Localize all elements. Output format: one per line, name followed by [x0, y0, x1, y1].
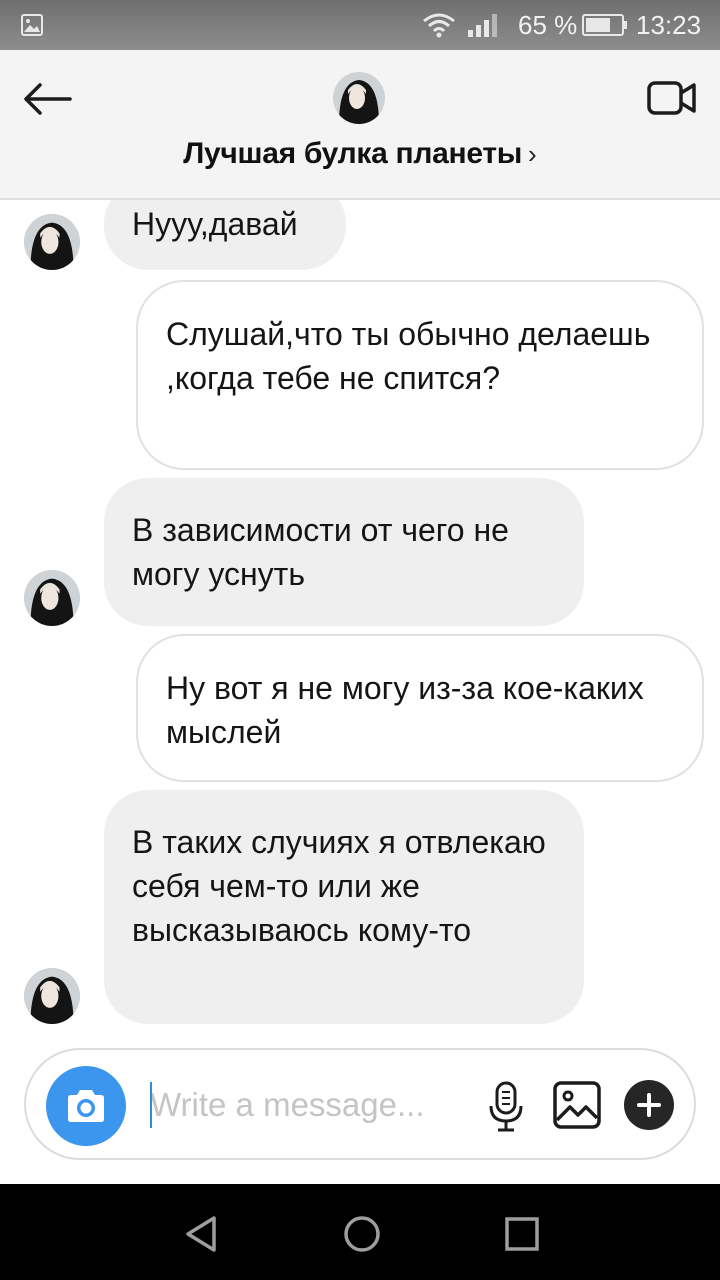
- chevron-right-icon: ›: [528, 138, 537, 169]
- message-bubble-outgoing[interactable]: Слушай,что ты обычно делаешь ,когда тебе…: [136, 280, 704, 470]
- sender-avatar[interactable]: [24, 968, 80, 1024]
- avatar-image: [24, 968, 80, 1024]
- page-title: Лучшая булка планеты: [183, 137, 523, 170]
- back-arrow-icon: [24, 83, 72, 115]
- avatar[interactable]: [333, 72, 385, 124]
- avatar-image: [24, 570, 80, 626]
- avatar-image: [333, 72, 385, 124]
- camera-button[interactable]: [46, 1066, 126, 1146]
- battery-percent: 65 %: [518, 10, 578, 40]
- message-bubble-incoming[interactable]: В зависимости от чего не могу уснуть: [104, 478, 584, 626]
- sender-avatar[interactable]: [24, 214, 80, 270]
- chat-header: Лучшая булка планеты ›: [0, 50, 720, 200]
- video-camera-icon[interactable]: [646, 76, 698, 120]
- wifi-icon: [423, 13, 455, 38]
- avatar-image: [24, 214, 80, 270]
- status-bar: 65 % 13:23: [0, 0, 720, 50]
- clock: 13:23: [636, 10, 702, 40]
- nav-recents-icon[interactable]: [500, 1212, 544, 1256]
- system-nav-bar: [0, 1184, 720, 1280]
- nav-back-icon[interactable]: [180, 1212, 224, 1256]
- battery-icon: [582, 14, 627, 36]
- message-input[interactable]: [150, 1080, 450, 1130]
- camera-icon: [68, 1090, 104, 1122]
- nav-home-icon[interactable]: [340, 1212, 384, 1256]
- message-composer: [24, 1048, 696, 1160]
- signal-icon: [468, 14, 497, 37]
- sender-avatar[interactable]: [24, 570, 80, 626]
- text-cursor: [150, 1082, 152, 1128]
- plus-icon: [637, 1093, 661, 1117]
- header-title-link[interactable]: Лучшая булка планеты ›: [0, 132, 720, 176]
- message-bubble-outgoing[interactable]: Ну вот я не могу из-за кое-каких мыслей: [136, 634, 704, 782]
- image-icon[interactable]: [552, 1080, 602, 1130]
- microphone-icon[interactable]: [486, 1080, 526, 1134]
- back-button[interactable]: [20, 72, 74, 126]
- message-bubble-incoming[interactable]: Нууу,давай: [104, 200, 346, 270]
- gallery-icon: [21, 14, 43, 36]
- message-list[interactable]: Нууу,давай Слушай,что ты обычно делаешь …: [0, 200, 720, 1040]
- more-options-button[interactable]: [624, 1080, 674, 1130]
- message-bubble-incoming[interactable]: В таких случиях я отвлекаю себя чем-то и…: [104, 790, 584, 1024]
